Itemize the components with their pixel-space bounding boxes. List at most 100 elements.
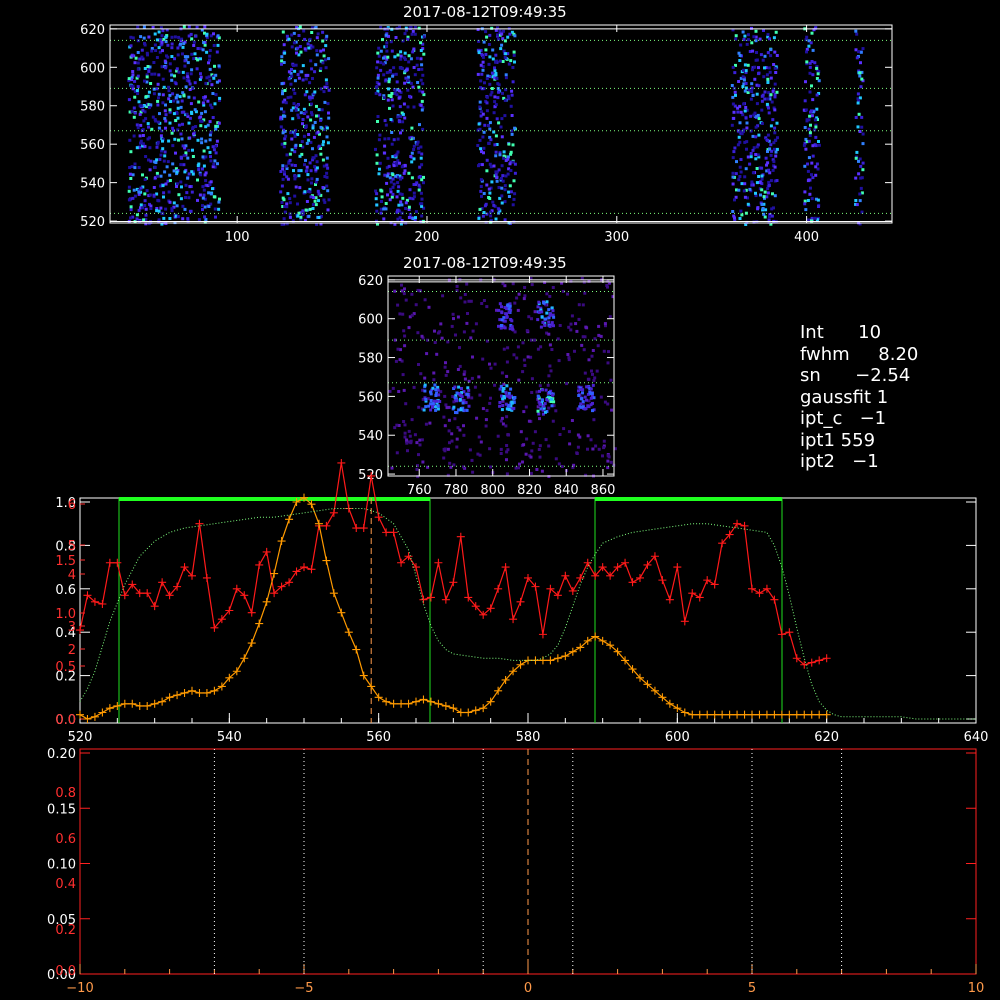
pixel [488, 121, 492, 125]
pixel [280, 142, 284, 146]
pixel [184, 183, 188, 187]
pixel [479, 147, 483, 151]
pixel [399, 200, 403, 204]
orange-plus-marker [561, 652, 570, 661]
pixel [501, 387, 505, 390]
info-value: 559 [840, 429, 876, 451]
pixel [417, 453, 420, 457]
pixel [814, 135, 818, 139]
pixel [857, 50, 861, 54]
pixel [386, 156, 390, 160]
orange-plus-marker [210, 686, 219, 695]
pixel [482, 146, 486, 150]
pixel [751, 94, 755, 97]
pixel [502, 395, 506, 398]
pixel [393, 289, 397, 293]
red-plus-marker [255, 560, 264, 569]
pixel [323, 200, 327, 204]
pixel [284, 164, 288, 168]
pixel [858, 74, 862, 78]
pixel [484, 30, 488, 34]
pixel [608, 315, 612, 319]
pixel [286, 96, 290, 100]
pixel [375, 153, 379, 157]
pixel [149, 207, 153, 210]
pixel [550, 306, 554, 310]
pixel [502, 150, 506, 154]
y-tick-label: 560 [80, 138, 105, 153]
pixel [320, 108, 324, 112]
pixel [805, 60, 809, 64]
pixel [407, 171, 411, 175]
orange-plus-marker [83, 715, 92, 723]
pixel [497, 186, 501, 189]
pixel [398, 120, 401, 124]
info-value: 8.20 [878, 343, 919, 365]
pixel [421, 460, 425, 464]
pixel [309, 195, 313, 199]
pixel [760, 94, 764, 98]
orange-plus-marker [165, 693, 174, 702]
y-tick-label: 560 [358, 390, 383, 405]
pixel [396, 150, 400, 154]
pixel [192, 57, 196, 61]
pixel [745, 42, 749, 46]
pixel [566, 292, 569, 296]
pixel [173, 35, 177, 39]
pixel [380, 189, 384, 193]
middle-spectrogram: 760780800820840860520540560580600620 [358, 274, 617, 498]
pixel [741, 68, 745, 72]
pixel [192, 44, 196, 47]
pixel [203, 95, 207, 99]
pixel [201, 101, 205, 105]
orange-plus-marker [531, 656, 540, 665]
pixel [738, 59, 742, 62]
pixel [428, 421, 432, 425]
pixel [390, 131, 394, 134]
x-tick-label: 600 [665, 730, 690, 745]
pixel [805, 35, 809, 39]
pixel [326, 102, 330, 106]
pixel [157, 46, 161, 50]
pixel [323, 100, 327, 104]
pixel [607, 350, 610, 354]
pixel [182, 154, 186, 158]
pixel [319, 118, 323, 122]
pixel [467, 404, 471, 408]
pixel [765, 195, 769, 199]
pixel [742, 102, 746, 106]
pixel [765, 73, 769, 77]
pixel [854, 48, 858, 52]
pixel [298, 25, 302, 29]
pixel [374, 91, 378, 95]
info-row: sn −2.54 [800, 365, 918, 387]
pixel [396, 181, 400, 185]
red-plus-marker [665, 595, 674, 604]
pixel [570, 314, 574, 318]
pixel [209, 103, 213, 107]
orange-plus-series [79, 496, 827, 720]
pixel [761, 207, 765, 210]
pixel [544, 438, 548, 442]
pixel [481, 407, 485, 411]
pixel [305, 141, 309, 145]
pixel [302, 134, 306, 138]
pixel [321, 158, 325, 162]
pixel [531, 441, 535, 445]
pixel [282, 61, 286, 64]
pixel [153, 32, 157, 36]
pixel [315, 53, 319, 57]
pixel [301, 209, 305, 213]
pixel [750, 180, 754, 184]
pixel [738, 165, 742, 169]
pixel [557, 359, 561, 363]
pixel [744, 106, 748, 109]
pixel [187, 25, 191, 29]
pixel [159, 153, 163, 157]
orange-plus-marker [247, 639, 256, 648]
pixel [766, 133, 770, 137]
pixel [590, 354, 594, 358]
pixel [291, 64, 295, 67]
pixel [805, 118, 809, 122]
pixel [394, 36, 398, 39]
